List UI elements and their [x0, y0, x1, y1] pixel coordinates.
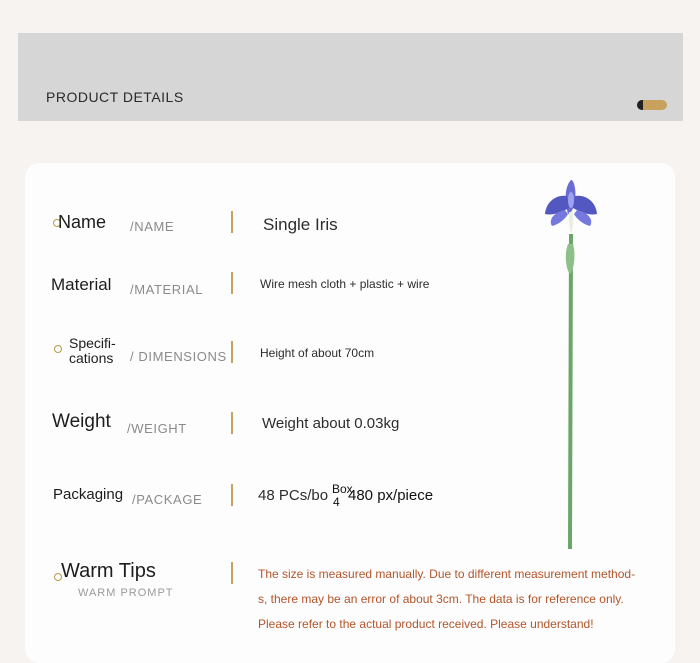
- packaging-label: Packaging: [53, 486, 124, 503]
- dimensions-sublabel: / DIMENSIONS: [130, 349, 227, 364]
- bullet-icon: [54, 345, 62, 353]
- slider-indicator: [637, 100, 667, 110]
- warm-tips-line: The size is measured manually. Due to di…: [258, 567, 636, 581]
- specifications-label-line1: Specifi-: [69, 335, 116, 351]
- divider-bar: [231, 484, 233, 506]
- divider-bar: [231, 211, 233, 233]
- specifications-label: Specifi- cations: [69, 336, 116, 366]
- material-value: Wire mesh cloth + plastic + wire: [260, 277, 430, 291]
- material-sublabel: /MATERIAL: [130, 282, 204, 297]
- package-sublabel: /PACKAGE: [132, 492, 203, 507]
- specifications-label-line2: cations: [69, 350, 114, 366]
- divider-bar: [231, 412, 233, 434]
- header-banner: PRODUCT DETAILS: [18, 33, 683, 121]
- warm-tips-text: The size is measured manually. Due to di…: [258, 562, 638, 637]
- warm-tips-label: Warm Tips: [61, 560, 156, 582]
- name-value: Single Iris: [263, 215, 338, 234]
- divider-bar: [231, 562, 233, 584]
- warm-prompt-sublabel: WARM PROMPT: [78, 587, 174, 599]
- page-title: PRODUCT DETAILS: [46, 89, 184, 105]
- name-sublabel: /NAME: [130, 219, 175, 234]
- packaging-value-num: 4: [333, 495, 340, 509]
- weight-sublabel: /WEIGHT: [127, 421, 187, 436]
- iris-flower-image: [545, 180, 597, 550]
- name-label: Name: [58, 212, 107, 232]
- divider-bar: [231, 341, 233, 363]
- warm-tips-line: s, there may be an error of about 3cm. T…: [258, 592, 624, 606]
- packaging-value-b: 480 px/piece: [348, 487, 434, 504]
- divider-bar: [231, 272, 233, 294]
- warm-tips-line: Please refer to the actual product recei…: [258, 617, 594, 631]
- weight-value: Weight about 0.03kg: [262, 415, 400, 432]
- weight-label: Weight: [52, 411, 111, 432]
- packaging-value-a: 48 PCs/bo: [258, 487, 329, 504]
- dimensions-value: Height of about 70cm: [260, 346, 375, 360]
- material-label: Material: [51, 275, 112, 294]
